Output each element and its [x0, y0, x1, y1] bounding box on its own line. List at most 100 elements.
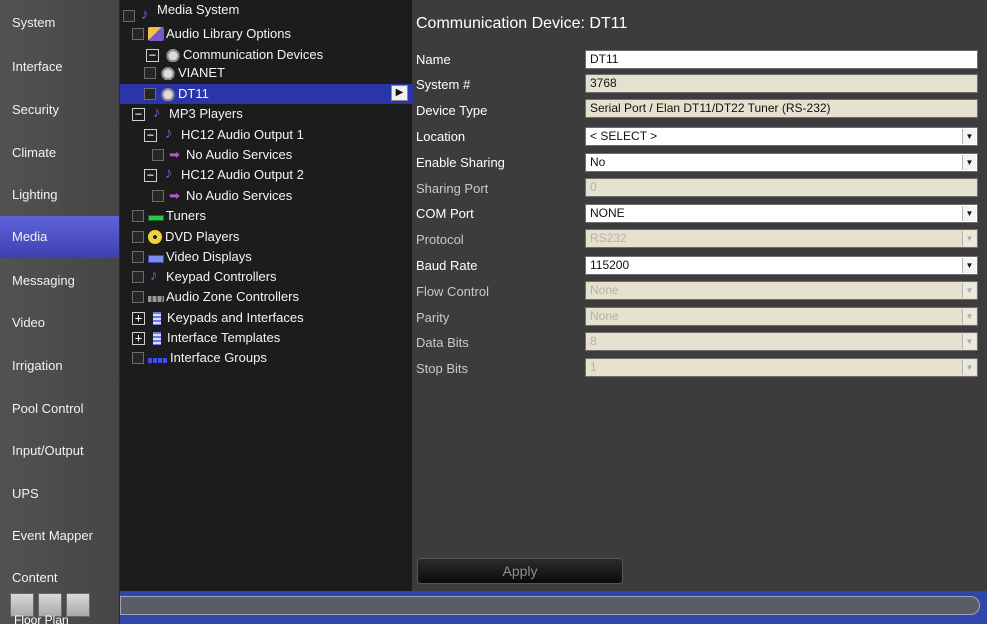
tree-item-label: Tuners [166, 208, 206, 223]
tree-item-hc12-output-1[interactable]: − HC12 Audio Output 1 [144, 124, 304, 145]
nav-item-media[interactable]: Media [0, 216, 119, 258]
tree-checkbox[interactable] [132, 231, 144, 243]
tree-checkbox[interactable] [132, 291, 144, 303]
device-type-field: Serial Port / Elan DT11/DT22 Tuner (RS-2… [585, 99, 978, 118]
nav-item-lighting[interactable]: Lighting [0, 174, 119, 216]
tree-item-label: Keypad Controllers [166, 269, 277, 284]
tree-item-label: Keypads and Interfaces [167, 310, 304, 325]
nav-item-system[interactable]: System [0, 2, 119, 44]
chevron-down-icon[interactable]: ▼ [962, 206, 976, 221]
tree-checkbox[interactable] [132, 352, 144, 364]
music-note-icon [139, 5, 155, 25]
device-icon [160, 66, 176, 80]
com-port-select[interactable]: NONE ▼ [585, 204, 978, 223]
category-sidebar: System Interface Security Climate Lighti… [0, 0, 120, 624]
tree-item-label: HC12 Audio Output 1 [181, 127, 304, 142]
arrow-right-icon [168, 186, 184, 206]
tree-item-communication-devices[interactable]: − Communication Devices [146, 45, 323, 65]
collapse-icon[interactable]: − [144, 128, 157, 142]
parity-select: None ▼ [585, 307, 978, 326]
tree-item-keypad-controllers[interactable]: Keypad Controllers [132, 266, 277, 287]
label-baud-rate: Baud Rate [416, 258, 478, 273]
nav-item-interface[interactable]: Interface [0, 46, 119, 88]
tree-item-interface-groups[interactable]: Interface Groups [132, 348, 267, 368]
tree-checkbox[interactable] [123, 10, 135, 22]
nav-item-messaging[interactable]: Messaging [0, 260, 119, 302]
play-arrow-icon[interactable]: ▶ [391, 85, 408, 101]
status-bar [120, 591, 987, 624]
music-note-icon [163, 164, 179, 184]
data-bits-value: 8 [590, 334, 597, 348]
tree-checkbox[interactable] [132, 210, 144, 222]
label-stop-bits: Stop Bits [416, 361, 469, 376]
nav-item-floor-plan[interactable]: Floor Plan [14, 613, 69, 624]
keypad-icon [153, 331, 161, 345]
label-device-type: Device Type [416, 103, 488, 118]
collapse-icon[interactable]: − [132, 107, 145, 121]
tree-item-audio-library-options[interactable]: Audio Library Options [132, 24, 291, 44]
tree-item-dt11[interactable]: DT11 [120, 84, 413, 104]
label-name: Name [416, 52, 451, 67]
label-protocol: Protocol [416, 232, 464, 247]
name-field[interactable]: DT11 [585, 50, 978, 69]
nav-item-input-output[interactable]: Input/Output [0, 430, 119, 472]
tree-item-label: VIANET [178, 65, 225, 80]
chevron-down-icon[interactable]: ▼ [962, 155, 976, 170]
tree-item-audio-zone-controllers[interactable]: Audio Zone Controllers [132, 287, 299, 307]
chevron-down-icon[interactable]: ▼ [962, 258, 976, 273]
tree-checkbox[interactable] [144, 67, 156, 79]
protocol-select: RS232 ▼ [585, 229, 978, 248]
collapse-icon[interactable]: − [146, 48, 159, 62]
tree-item-video-displays[interactable]: Video Displays [132, 247, 252, 267]
tree-checkbox[interactable] [152, 149, 164, 161]
floor-plan-toolbar: Floor Plan [10, 593, 92, 624]
tree-item-mp3-players[interactable]: − MP3 Players [132, 103, 243, 124]
tree-item-hc12-output-2[interactable]: − HC12 Audio Output 2 [144, 164, 304, 185]
protocol-value: RS232 [590, 231, 627, 245]
tree-item-keypads-and-interfaces[interactable]: + Keypads and Interfaces [132, 308, 304, 328]
tuner-icon [148, 215, 164, 221]
music-note-icon [151, 103, 167, 123]
nav-item-security[interactable]: Security [0, 89, 119, 131]
device-icon [160, 87, 176, 101]
apply-button[interactable]: Apply [417, 558, 623, 584]
video-display-icon [148, 254, 164, 263]
label-parity: Parity [416, 310, 450, 325]
tree-item-no-audio-services-2[interactable]: No Audio Services [152, 186, 292, 206]
tree-checkbox[interactable] [132, 251, 144, 263]
tree-item-tuners[interactable]: Tuners [132, 206, 206, 226]
nav-item-video[interactable]: Video [0, 302, 119, 344]
tree-item-label: No Audio Services [186, 188, 293, 203]
nav-item-climate[interactable]: Climate [0, 132, 119, 174]
tree-item-label: Interface Templates [167, 330, 281, 345]
label-flow-control: Flow Control [416, 284, 489, 299]
tree-item-vianet[interactable]: VIANET [144, 63, 225, 83]
label-sharing-port: Sharing Port [416, 181, 489, 196]
tree-item-no-audio-services-1[interactable]: No Audio Services [152, 145, 292, 165]
nav-item-event-mapper[interactable]: Event Mapper [0, 515, 119, 557]
chevron-down-icon: ▼ [962, 231, 976, 246]
baud-rate-select[interactable]: 115200 ▼ [585, 256, 978, 275]
tree-checkbox[interactable] [132, 28, 144, 40]
collapse-icon[interactable]: − [144, 168, 157, 182]
nav-item-irrigation[interactable]: Irrigation [0, 345, 119, 387]
chevron-down-icon: ▼ [962, 334, 976, 349]
toolbar-button-3[interactable] [66, 593, 90, 617]
nav-item-ups[interactable]: UPS [0, 473, 119, 515]
chevron-down-icon[interactable]: ▼ [962, 129, 976, 144]
tree-checkbox[interactable] [144, 88, 156, 100]
flow-control-value: None [590, 283, 619, 297]
tree-checkbox[interactable] [152, 190, 164, 202]
tree-item-media-system[interactable]: Media System [123, 2, 239, 26]
tree-item-interface-templates[interactable]: + Interface Templates [132, 328, 280, 348]
tree-checkbox[interactable] [132, 271, 144, 283]
location-select[interactable]: < SELECT > ▼ [585, 127, 978, 146]
expand-icon[interactable]: + [132, 331, 145, 345]
tree-item-dvd-players[interactable]: DVD Players [132, 227, 239, 247]
parity-value: None [590, 309, 619, 323]
tree-item-label: HC12 Audio Output 2 [181, 167, 304, 182]
expand-icon[interactable]: + [132, 311, 145, 325]
enable-sharing-select[interactable]: No ▼ [585, 153, 978, 172]
nav-item-pool-control[interactable]: Pool Control [0, 388, 119, 430]
label-com-port: COM Port [416, 206, 474, 221]
